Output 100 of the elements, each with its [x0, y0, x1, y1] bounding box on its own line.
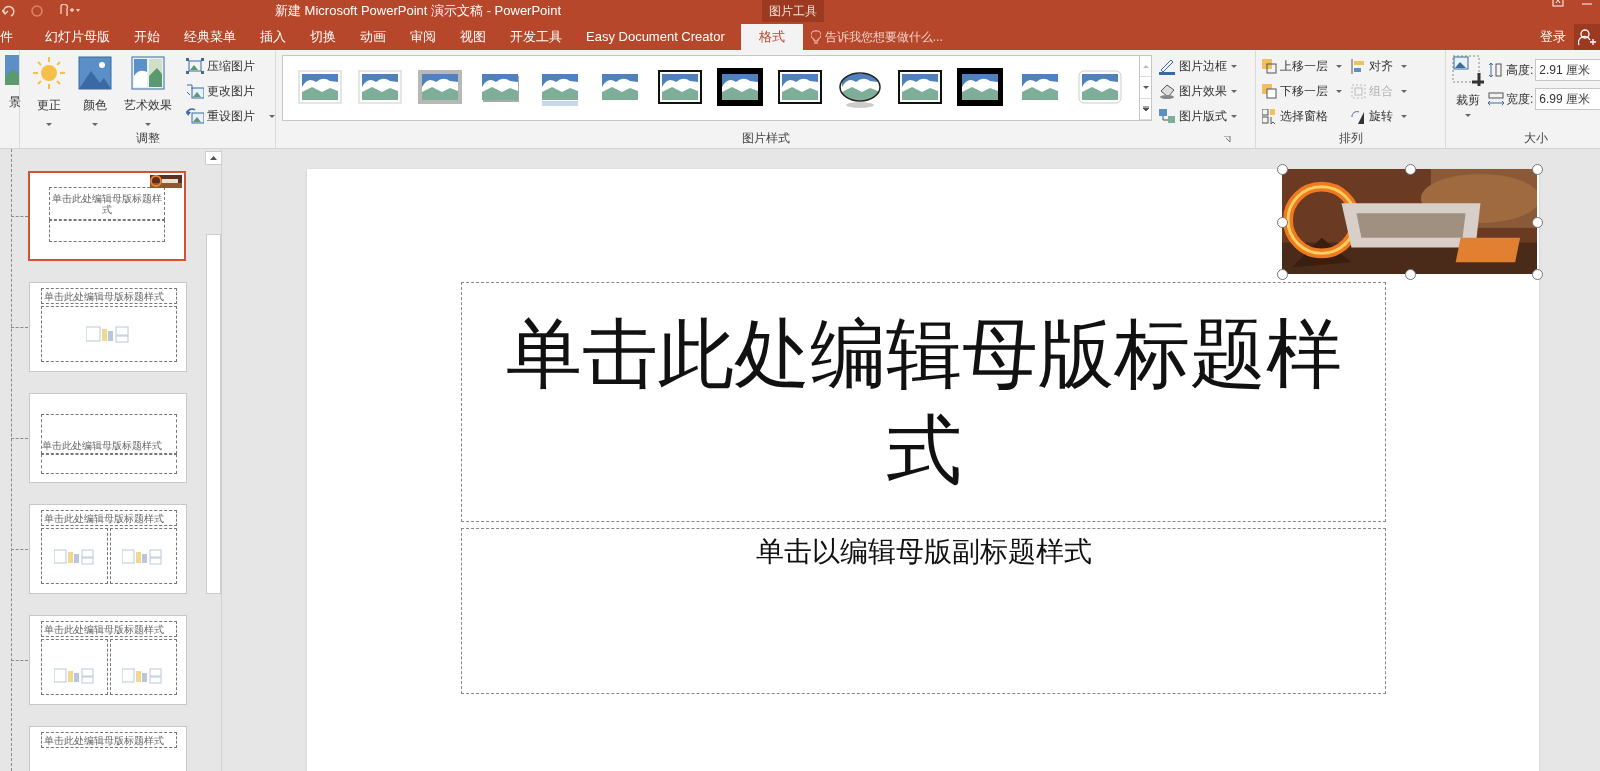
thumbnail-title: 单击此处编辑母版标题样式	[44, 623, 164, 635]
arrange-align-button[interactable]: 对齐	[1351, 55, 1408, 77]
ribbon-tab[interactable]: 切换	[298, 24, 348, 50]
picture-effects-button[interactable]: 图片效果	[1158, 80, 1238, 102]
subtitle-placeholder[interactable]: 单击以编辑母版副标题样式	[461, 528, 1386, 694]
change-picture-icon	[186, 83, 204, 99]
slide-thumbnail[interactable]: 单击此处编辑母版标题样式	[29, 393, 187, 483]
field-label: 宽度:	[1506, 91, 1534, 108]
button-label: 颜色	[83, 97, 107, 114]
group-icon	[1351, 83, 1366, 99]
caret-icon	[1464, 113, 1472, 118]
ribbon-tab[interactable]: 开始	[122, 24, 172, 50]
ribbon-tab[interactable]: 幻灯片母版	[33, 24, 122, 50]
slide-thumbnail[interactable]: 单击此处编辑母版标题样式	[29, 615, 187, 705]
redo-icon	[2, 5, 16, 17]
compress-picture-icon	[186, 58, 204, 74]
caret-icon	[210, 156, 217, 160]
person-add-icon	[1578, 28, 1596, 46]
scroll-up-button[interactable]	[205, 151, 221, 165]
caret-icon	[1400, 63, 1408, 69]
adjust-art-button[interactable]: 艺术效果	[120, 55, 176, 127]
lightbulb-icon	[810, 30, 821, 44]
adjust-compress-button[interactable]: 压缩图片	[186, 55, 276, 77]
ribbon-tab[interactable]: 件	[0, 24, 33, 50]
caret-icon	[268, 113, 276, 119]
content-icons-drawing	[122, 549, 162, 565]
ribbon-display-icon	[1552, 0, 1564, 7]
content-icons-drawing	[86, 325, 130, 343]
adjust-color-button[interactable]: 颜色	[74, 55, 116, 127]
share-button[interactable]	[1574, 24, 1600, 50]
thumbnail-title: 单击此处编辑母版标题样式	[42, 440, 162, 451]
width-field[interactable]: 6.99 厘米	[1535, 88, 1600, 110]
eraser-icon	[1158, 82, 1176, 100]
content-icons-drawing	[54, 549, 94, 565]
picture-layout-button[interactable]: 图片版式	[1158, 105, 1238, 127]
align-icon	[1351, 58, 1366, 74]
resize-handle[interactable]	[1532, 216, 1543, 228]
thumbnail-title: 单击此处编辑母版标题样式	[44, 512, 164, 524]
arrange-group-button: 组合	[1351, 80, 1408, 102]
caret-icon	[1400, 113, 1408, 119]
landscape-icon	[957, 68, 1003, 108]
touch-mode-icon	[58, 4, 80, 18]
arrange-forward-button[interactable]: 上移一层	[1262, 55, 1343, 77]
title-placeholder[interactable]: 单击此处编辑母版标题样式	[461, 282, 1386, 522]
field-label: 高度:	[1506, 62, 1534, 79]
ribbon-tab[interactable]: 开发工具	[498, 24, 574, 50]
scrollbar-thumb[interactable]	[206, 234, 221, 594]
window-title: 新建 Microsoft PowerPoint 演示文稿 - PowerPoint	[275, 2, 562, 20]
ribbon-tab[interactable]: 动画	[348, 24, 398, 50]
picture-border-button[interactable]: 图片边框	[1158, 55, 1238, 77]
resize-handle[interactable]	[1277, 164, 1288, 175]
resize-handle[interactable]	[1404, 164, 1416, 175]
resize-handle[interactable]	[1277, 216, 1288, 228]
slide-subtitle: 单击以编辑母版副标题样式	[755, 535, 1092, 569]
tell-me-field[interactable]: 告诉我您想要做什么...	[824, 28, 975, 46]
height-icon	[1488, 63, 1504, 77]
arrange-backward-button[interactable]: 下移一层	[1262, 80, 1343, 102]
group-label: 调整	[135, 130, 160, 147]
slide-thumbnail[interactable]: 单击此处编辑母版标题样式	[28, 171, 186, 261]
remove-background-button[interactable]: 景	[9, 93, 21, 111]
slide-thumbnail[interactable]: 单击此处编辑母版标题样式	[29, 504, 187, 594]
resize-handle[interactable]	[1532, 164, 1543, 175]
height-field[interactable]: 2.91 厘米	[1535, 59, 1600, 81]
ribbon-tab[interactable]: 格式	[740, 24, 803, 50]
caret-icon	[1400, 88, 1408, 94]
resize-handle[interactable]	[1404, 269, 1416, 280]
group-label: 排列	[1338, 130, 1363, 147]
ribbon-tab[interactable]: 视图	[448, 24, 498, 50]
rotate-icon	[1351, 108, 1366, 124]
ribbon-tab[interactable]: 审阅	[398, 24, 448, 50]
group-label: 图片样式	[741, 130, 790, 147]
landscape-icon	[717, 68, 763, 108]
forward-icon	[1262, 58, 1277, 74]
adjust-reset-button[interactable]: 重设图片	[186, 105, 276, 127]
slide-title: 单击此处编辑母版标题样式	[504, 310, 1343, 494]
sign-in-link[interactable]: 登录	[1532, 24, 1574, 50]
backward-icon	[1262, 83, 1277, 99]
caret-icon	[1230, 88, 1238, 94]
thumbnail-title: 单击此处编辑母版标题样式	[44, 290, 164, 302]
slide-thumbnail[interactable]: 单击此处编辑母版标题样式	[29, 726, 187, 771]
arrange-pane-button[interactable]: 选择窗格	[1262, 105, 1343, 127]
ribbon-tab[interactable]: Easy Document Creator	[574, 24, 737, 50]
adjust-change-button[interactable]: 更改图片	[186, 80, 276, 102]
adjust-sun-button[interactable]: 更正	[28, 55, 70, 127]
background-icon	[5, 55, 19, 85]
content-icons-drawing	[54, 668, 94, 684]
context-tab-label: 图片工具	[762, 0, 824, 22]
caret-icon	[1230, 63, 1238, 69]
crop-button[interactable]: 裁剪	[1452, 55, 1484, 125]
ribbon-tab[interactable]: 插入	[248, 24, 298, 50]
resize-handle[interactable]	[1532, 269, 1543, 280]
caret-icon	[91, 122, 99, 127]
slide-thumbnail[interactable]: 单击此处编辑母版标题样式	[29, 282, 187, 372]
resize-handle[interactable]	[1277, 269, 1288, 280]
pane-icon	[1262, 108, 1277, 124]
style-gallery[interactable]	[282, 55, 1140, 121]
caret-icon	[1230, 113, 1238, 119]
arrange-rotate-button[interactable]: 旋转	[1351, 105, 1408, 127]
art-effects-icon	[131, 56, 165, 90]
ribbon-tab[interactable]: 经典菜单	[172, 24, 248, 50]
